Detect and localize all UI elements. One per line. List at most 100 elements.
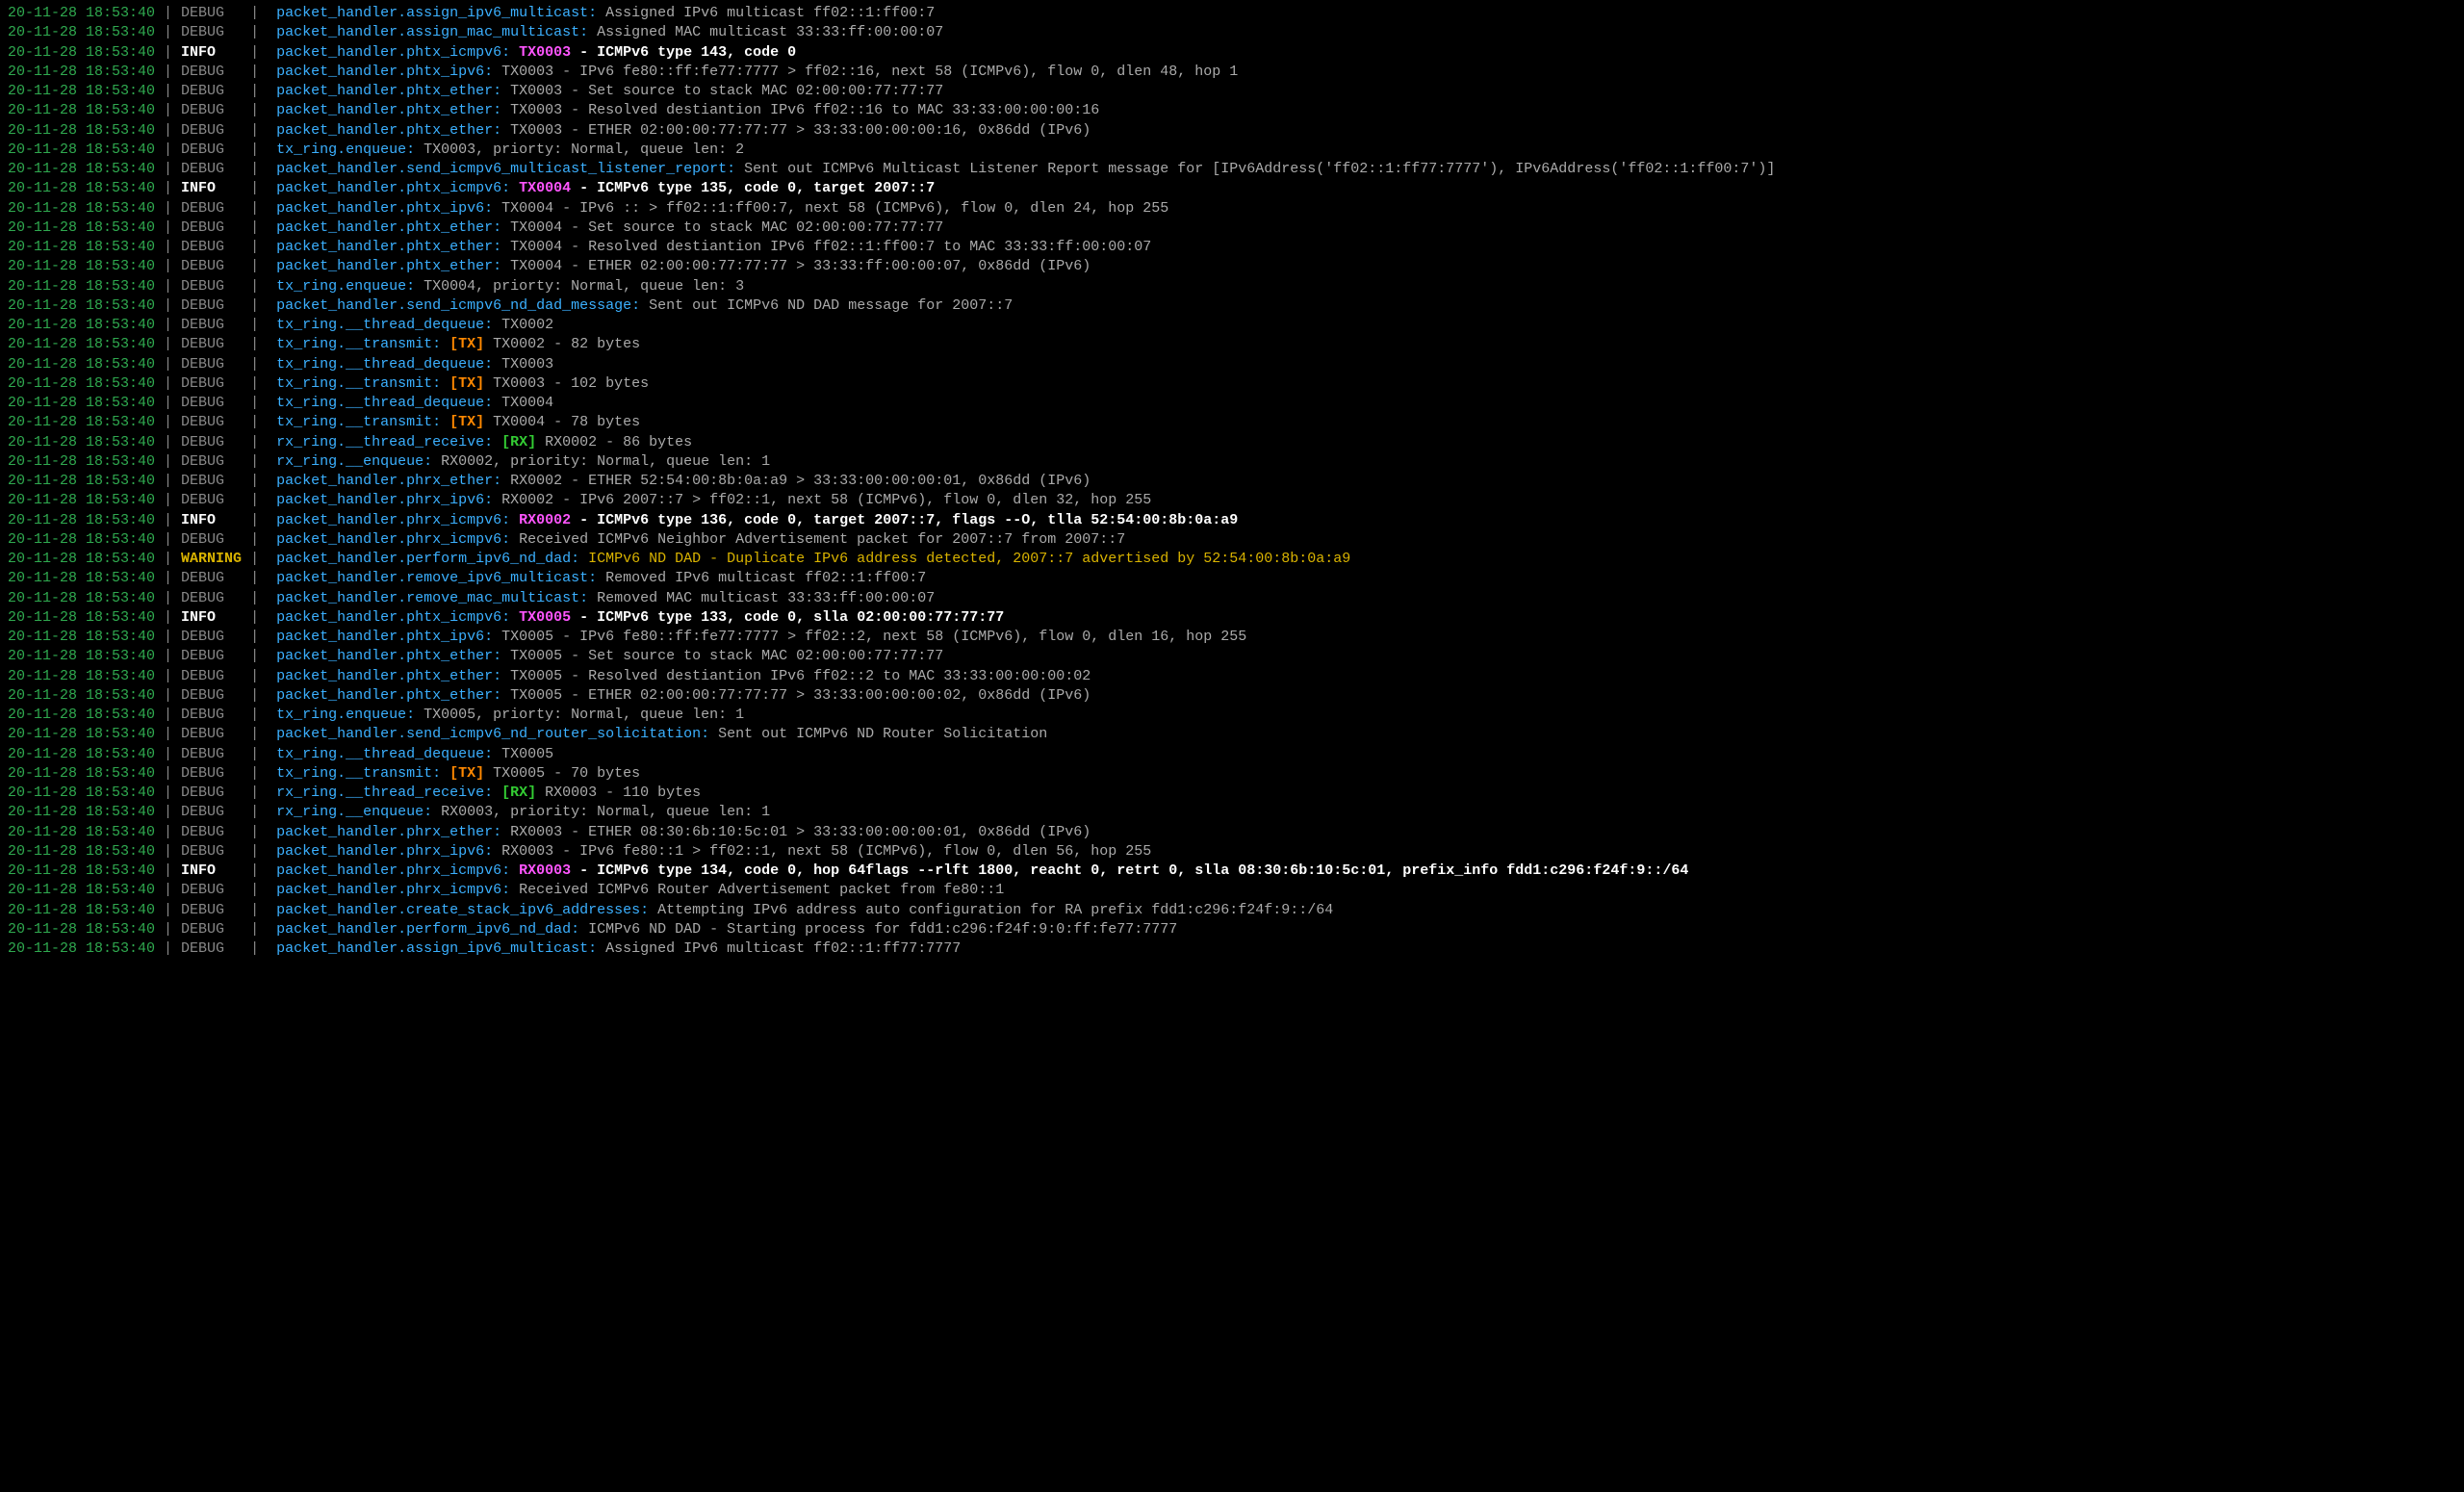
timestamp: 20-11-28 18:53:40 [8,902,155,918]
log-message: Received ICMPv6 Neighbor Advertisement p… [519,531,1125,548]
log-level: DEBUG [181,902,242,918]
log-message: TX0003 [501,356,553,373]
separator: | [242,200,276,217]
log-level: DEBUG [181,297,242,314]
log-level: DEBUG [181,843,242,860]
log-source: rx_ring.__enqueue: [276,453,441,470]
log-output[interactable]: 20-11-28 18:53:40 | DEBUG | packet_handl… [0,0,2464,968]
separator: | [242,668,276,684]
timestamp: 20-11-28 18:53:40 [8,590,155,606]
timestamp: 20-11-28 18:53:40 [8,785,155,801]
separator: | [242,453,276,470]
log-message: RX0003 - ETHER 08:30:6b:10:5c:01 > 33:33… [510,824,1091,840]
log-level: DEBUG [181,336,242,352]
separator: | [242,24,276,40]
separator: | [242,141,276,158]
log-source: packet_handler.phrx_icmpv6: [276,862,519,879]
timestamp: 20-11-28 18:53:40 [8,336,155,352]
log-line: 20-11-28 18:53:40 | INFO | packet_handle… [8,608,2456,628]
separator: | [155,414,181,430]
log-source: tx_ring.__thread_dequeue: [276,356,501,373]
timestamp: 20-11-28 18:53:40 [8,668,155,684]
log-message: TX0002 - 82 bytes [484,336,640,352]
separator: | [242,746,276,762]
timestamp: 20-11-28 18:53:40 [8,122,155,139]
log-message: TX0005 - Resolved destiantion IPv6 ff02:… [510,668,1091,684]
timestamp: 20-11-28 18:53:40 [8,219,155,236]
separator: | [155,707,181,723]
log-line: 20-11-28 18:53:40 | INFO | packet_handle… [8,179,2456,198]
log-source: packet_handler.phtx_ether: [276,102,510,118]
log-level: DEBUG [181,278,242,295]
log-line: 20-11-28 18:53:40 | DEBUG | packet_handl… [8,667,2456,686]
log-line: 20-11-28 18:53:40 | DEBUG | packet_handl… [8,219,2456,238]
log-message: TX0005 [501,746,553,762]
separator: | [242,629,276,645]
timestamp: 20-11-28 18:53:40 [8,434,155,450]
log-level: DEBUG [181,102,242,118]
log-message: TX0003 - Resolved destiantion IPv6 ff02:… [510,102,1099,118]
separator: | [155,64,181,80]
log-source: packet_handler.phtx_ether: [276,668,510,684]
timestamp: 20-11-28 18:53:40 [8,648,155,664]
log-level: DEBUG [181,453,242,470]
log-message: TX0004 - 78 bytes [484,414,640,430]
separator: | [242,590,276,606]
timestamp: 20-11-28 18:53:40 [8,551,155,567]
separator: | [155,180,181,196]
log-level: DEBUG [181,83,242,99]
separator: | [242,512,276,528]
log-source: tx_ring.enqueue: [276,141,424,158]
separator: | [155,668,181,684]
separator: | [155,200,181,217]
packet-id: RX0003 [519,862,571,879]
log-level: DEBUG [181,940,242,957]
timestamp: 20-11-28 18:53:40 [8,687,155,704]
separator: | [155,551,181,567]
log-message: - ICMPv6 type 134, code 0, hop 64flags -… [571,862,1688,879]
log-level: DEBUG [181,395,242,411]
separator: | [155,765,181,782]
separator: | [155,590,181,606]
log-line: 20-11-28 18:53:40 | DEBUG | packet_handl… [8,491,2456,510]
log-level: DEBUG [181,492,242,508]
log-message: TX0005 - 70 bytes [484,765,640,782]
separator: | [242,258,276,274]
separator: | [155,278,181,295]
log-source: packet_handler.send_icmpv6_nd_router_sol… [276,726,718,742]
separator: | [242,862,276,879]
log-message: Assigned IPv6 multicast ff02::1:ff77:777… [605,940,961,957]
log-message: Removed IPv6 multicast ff02::1:ff00:7 [605,570,926,586]
log-level: DEBUG [181,590,242,606]
rx-tag: [RX] [501,785,536,801]
separator: | [242,102,276,118]
timestamp: 20-11-28 18:53:40 [8,882,155,898]
separator: | [242,824,276,840]
log-line: 20-11-28 18:53:40 | DEBUG | packet_handl… [8,823,2456,842]
separator: | [242,83,276,99]
timestamp: 20-11-28 18:53:40 [8,609,155,626]
log-line: 20-11-28 18:53:40 | DEBUG | packet_handl… [8,4,2456,23]
separator: | [155,297,181,314]
log-message: TX0003 - Set source to stack MAC 02:00:0… [510,83,943,99]
timestamp: 20-11-28 18:53:40 [8,24,155,40]
log-message: ICMPv6 ND DAD - Starting process for fdd… [588,921,1177,938]
packet-id: TX0005 [519,609,571,626]
log-message: TX0005 - IPv6 fe80::ff:fe77:7777 > ff02:… [501,629,1246,645]
log-level: DEBUG [181,804,242,820]
log-source: packet_handler.phtx_ipv6: [276,64,501,80]
log-source: packet_handler.phrx_icmpv6: [276,531,519,548]
log-source: packet_handler.phtx_icmpv6: [276,44,519,61]
log-level: DEBUG [181,122,242,139]
log-source: packet_handler.phtx_ether: [276,219,510,236]
separator: | [155,122,181,139]
timestamp: 20-11-28 18:53:40 [8,921,155,938]
log-level: DEBUG [181,219,242,236]
log-message: TX0003 - IPv6 fe80::ff:fe77:7777 > ff02:… [501,64,1238,80]
log-message: - ICMPv6 type 136, code 0, target 2007::… [571,512,1238,528]
log-level: INFO [181,180,242,196]
log-source: packet_handler.assign_ipv6_multicast: [276,940,605,957]
separator: | [155,785,181,801]
timestamp: 20-11-28 18:53:40 [8,843,155,860]
log-line: 20-11-28 18:53:40 | DEBUG | tx_ring.enqu… [8,277,2456,296]
